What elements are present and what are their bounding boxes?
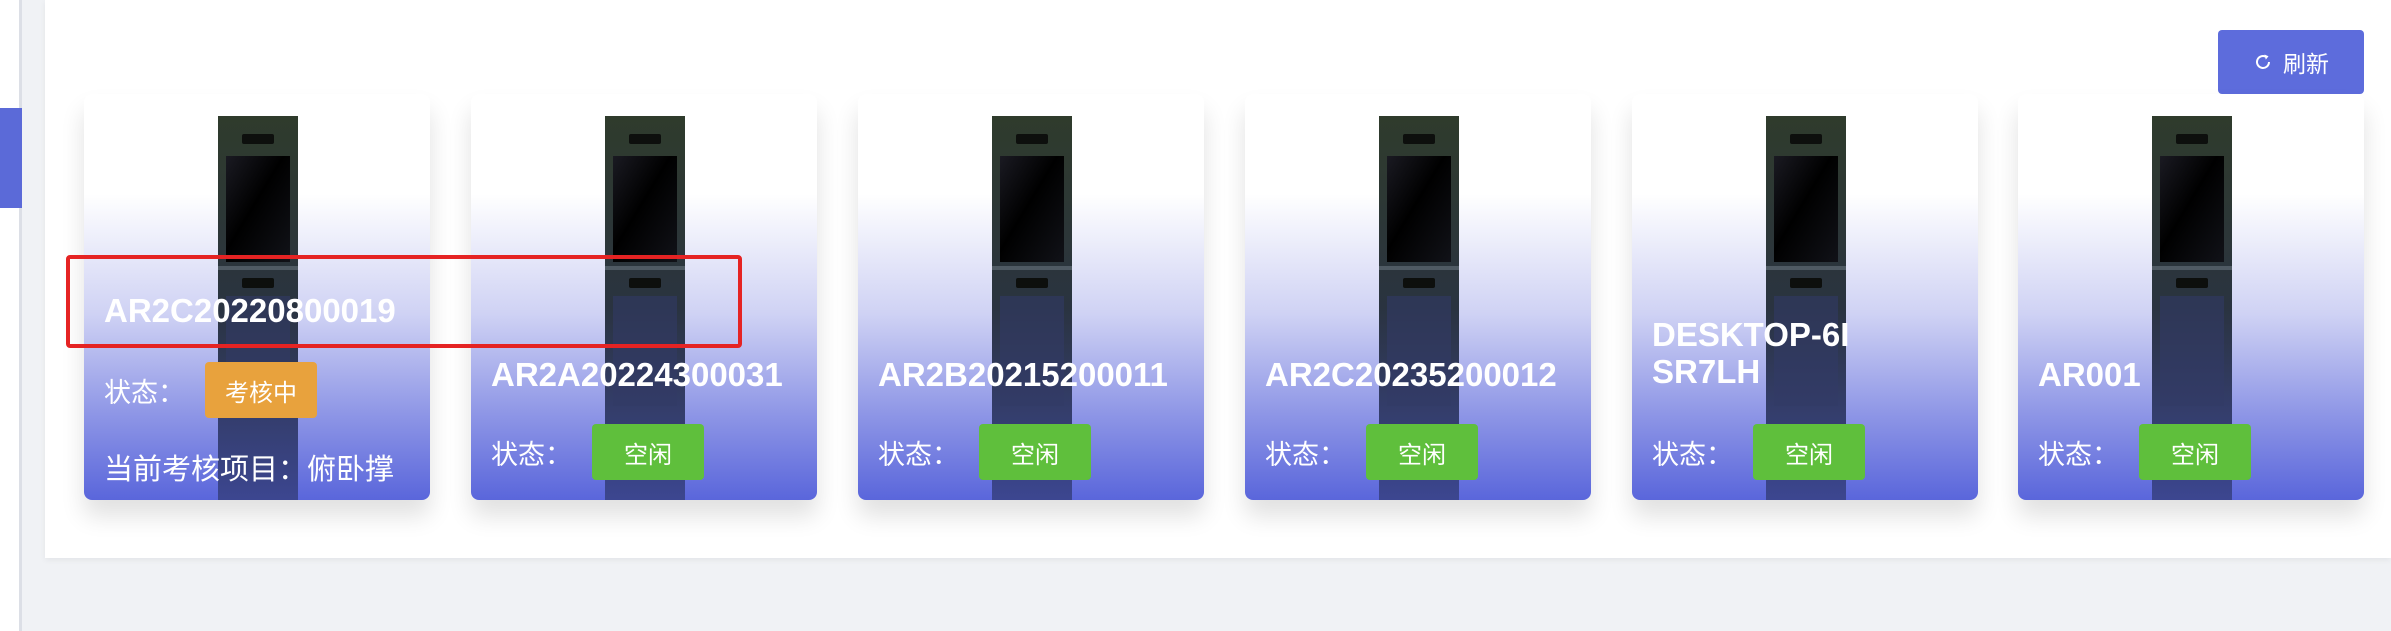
status-badge: 空闲 (2139, 424, 2251, 480)
status-label: 状态： (2038, 439, 2119, 470)
status-row: 状态： 空闲 (1265, 424, 1478, 480)
status-row: 状态： 空闲 (2038, 424, 2251, 480)
status-badge: 空闲 (592, 424, 704, 480)
device-card[interactable]: AR2C20235200012 状态： 空闲 (1245, 94, 1591, 500)
status-row: 状态： 空闲 (878, 424, 1091, 480)
status-row: 状态： 考核中 (104, 362, 317, 418)
refresh-label: 刷新 (2283, 51, 2329, 77)
status-badge: 空闲 (1366, 424, 1478, 480)
left-sidebar-rail (0, 0, 22, 631)
device-name: AR2C20235200012 (1265, 356, 1557, 393)
status-label: 状态： (1652, 439, 1733, 470)
device-name: AR2C20220800019 (104, 292, 396, 329)
current-project-value: 俯卧撑 (307, 454, 395, 486)
device-name: AR2A20224300031 (491, 356, 783, 393)
sidebar-active-marker (0, 108, 22, 208)
device-name: DESKTOP-6ISR7LH (1652, 316, 1850, 390)
status-row: 状态： 空闲 (1652, 424, 1865, 480)
current-project-label: 当前考核项目： (104, 454, 308, 486)
device-card[interactable]: DESKTOP-6ISR7LH 状态： 空闲 (1632, 94, 1978, 500)
device-card[interactable]: AR2C20220800019 状态： 考核中 当前考核项目：俯卧撑 (84, 94, 430, 500)
device-card[interactable]: AR2B20215200011 状态： 空闲 (858, 94, 1204, 500)
status-badge: 考核中 (205, 362, 317, 418)
status-label: 状态： (491, 439, 572, 470)
device-card[interactable]: AR001 状态： 空闲 (2018, 94, 2364, 500)
refresh-icon (2253, 52, 2273, 72)
status-label: 状态： (104, 377, 185, 408)
status-badge: 空闲 (1753, 424, 1865, 480)
refresh-button[interactable]: 刷新 (2218, 30, 2364, 94)
status-label: 状态： (878, 439, 959, 470)
device-name: AR001 (2038, 356, 2141, 393)
device-card[interactable]: AR2A20224300031 状态： 空闲 (471, 94, 817, 500)
status-label: 状态： (1265, 439, 1346, 470)
status-badge: 空闲 (979, 424, 1091, 480)
current-project-row: 当前考核项目：俯卧撑 (104, 446, 394, 488)
status-row: 状态： 空闲 (491, 424, 704, 480)
device-name: AR2B20215200011 (878, 356, 1168, 393)
